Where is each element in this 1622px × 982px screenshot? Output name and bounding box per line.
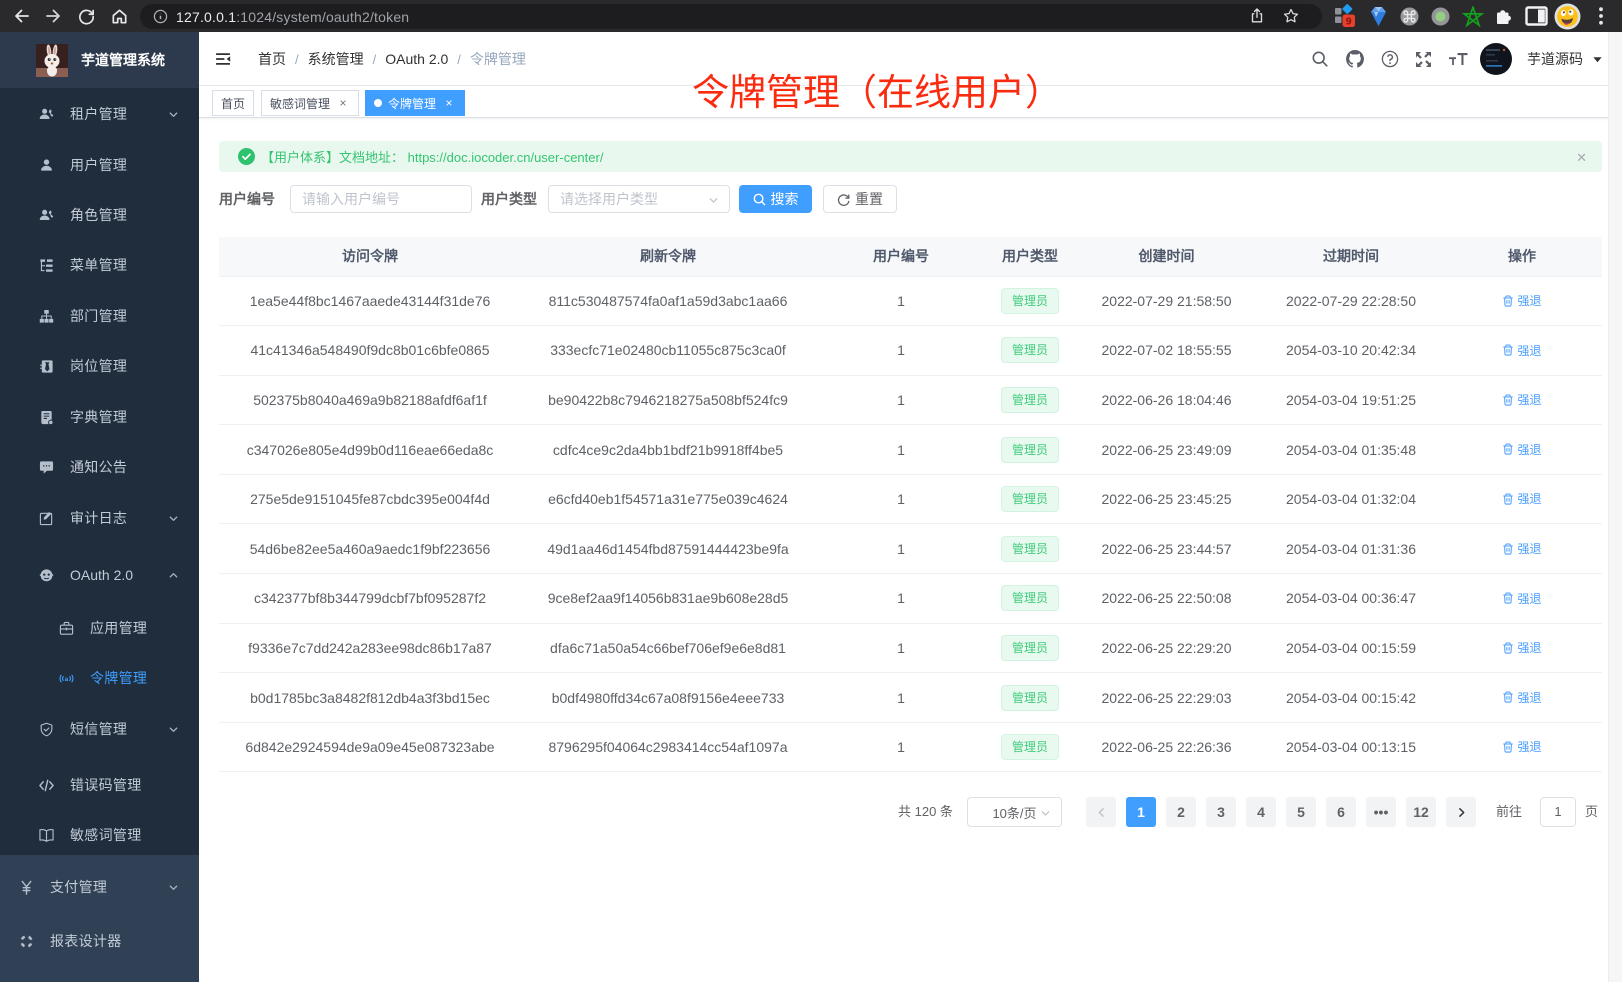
svg-text:a: a [65, 675, 69, 682]
svg-text:9: 9 [1346, 16, 1352, 28]
